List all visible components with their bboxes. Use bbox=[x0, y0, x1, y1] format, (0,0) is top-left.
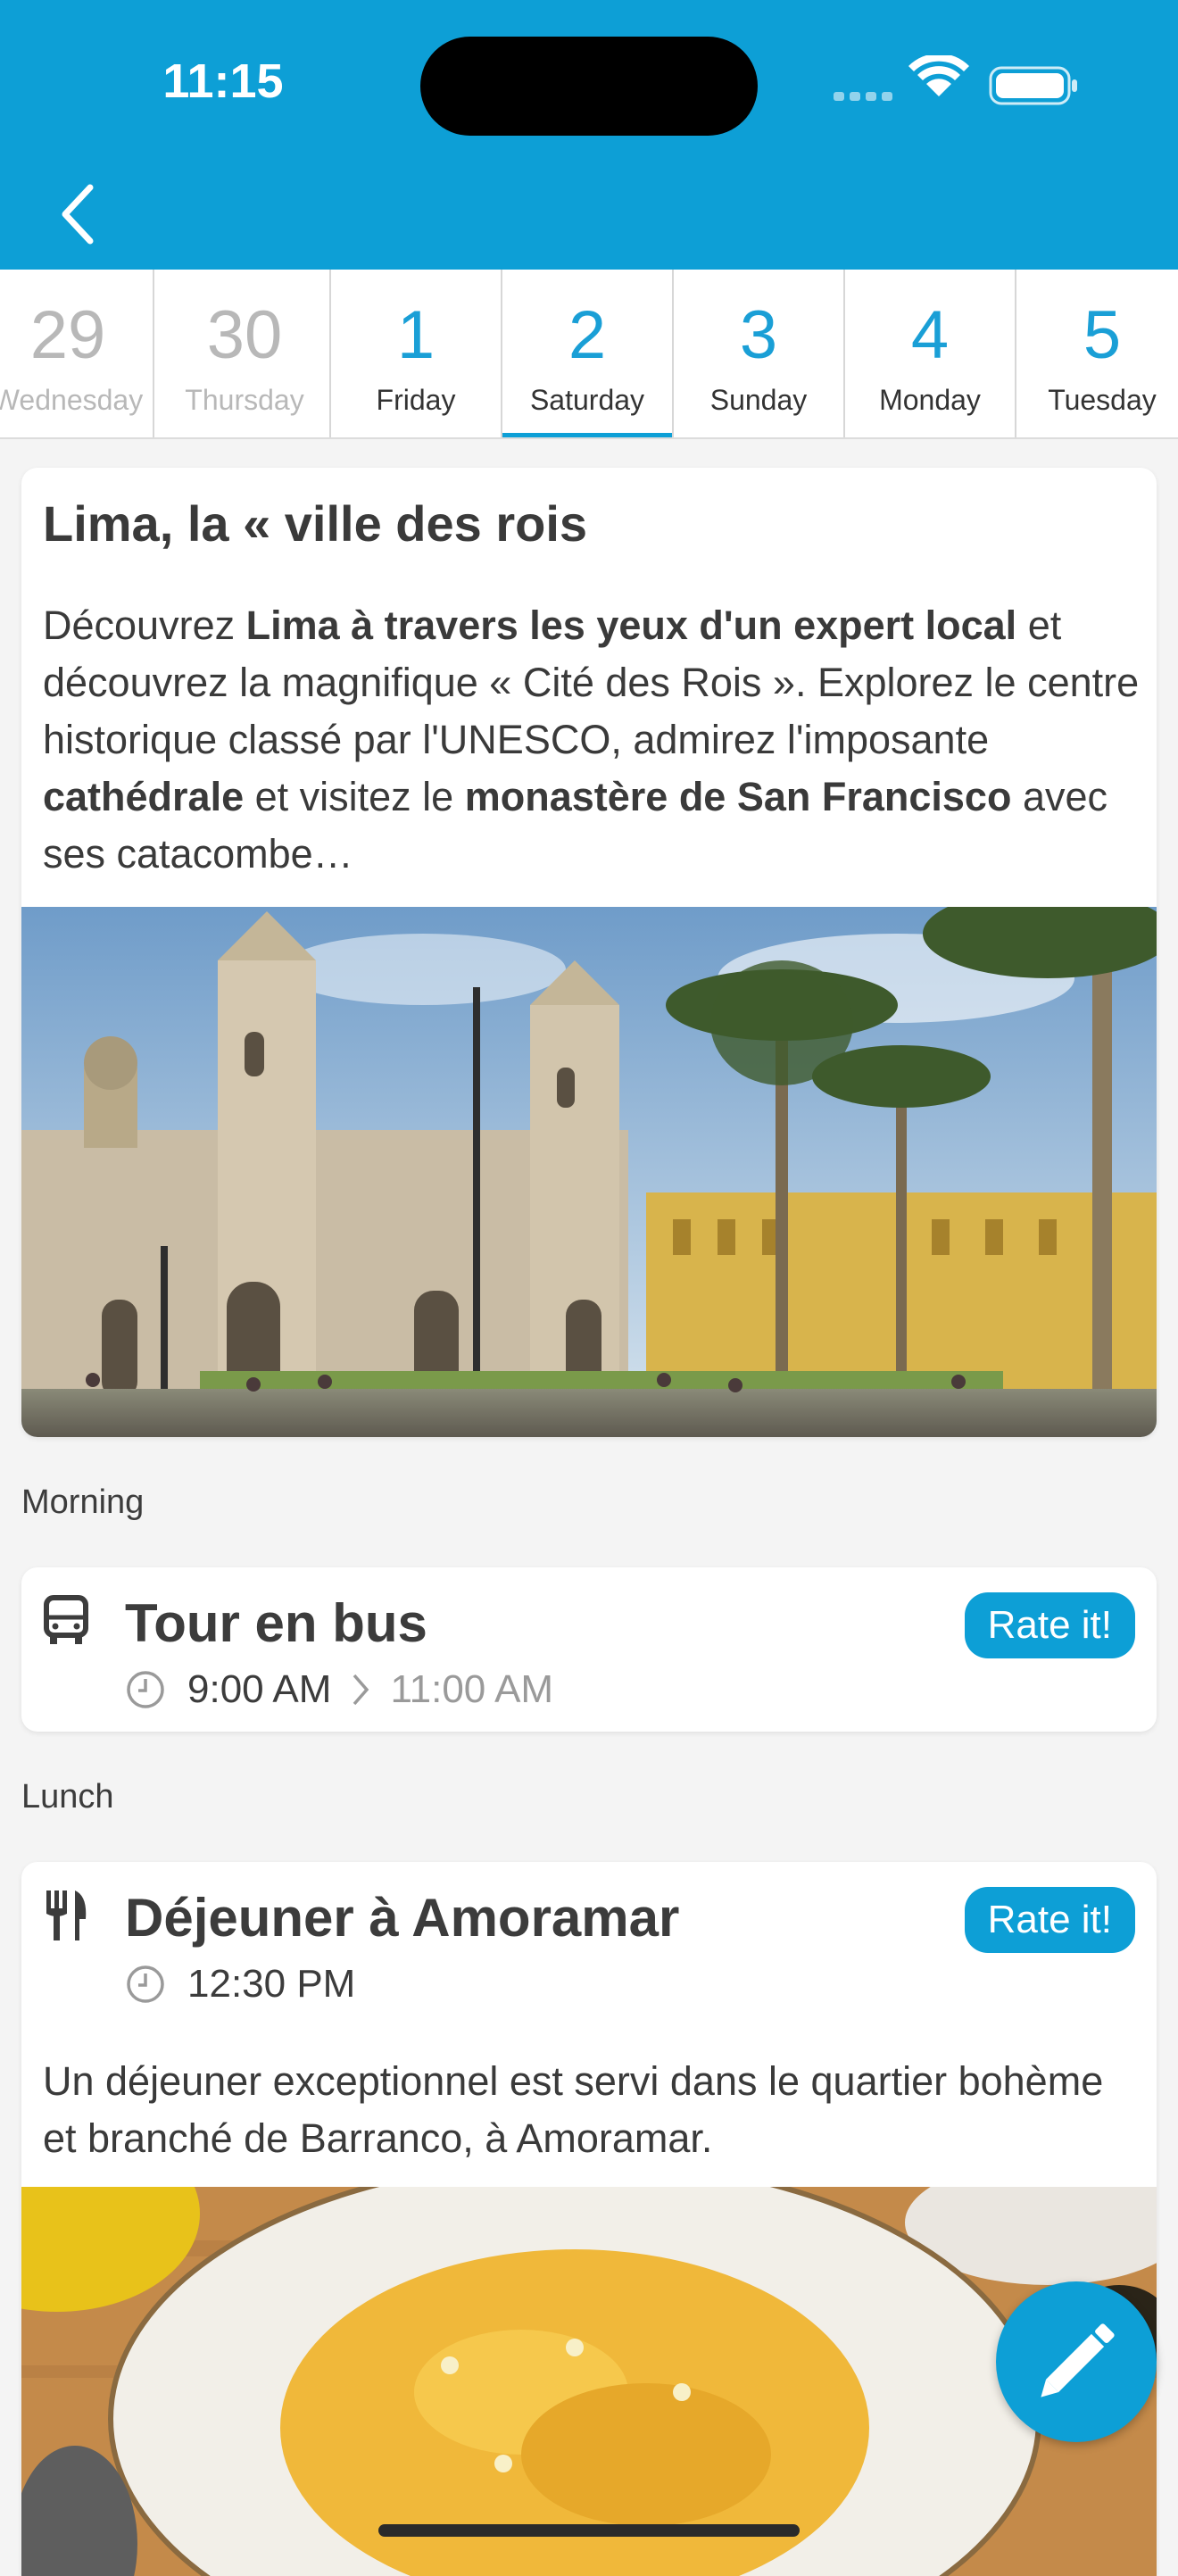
day-name: Friday bbox=[376, 384, 456, 416]
day-tab-29[interactable]: 29 Wednesday bbox=[0, 270, 154, 437]
event-time: 9:00 AM 11:00 AM bbox=[125, 1667, 553, 1712]
desc-text: Découvrez bbox=[43, 602, 246, 648]
end-time: 11:00 AM bbox=[390, 1667, 554, 1711]
bus-icon bbox=[44, 1595, 88, 1644]
day-name: Tuesday bbox=[1048, 384, 1157, 416]
day-number: 2 bbox=[568, 297, 607, 373]
day-tab-1[interactable]: 1 Friday bbox=[331, 270, 502, 437]
lunch-card[interactable]: Déjeuner à Amoramar 12:30 PM Rate it! Un… bbox=[21, 1862, 1157, 2576]
desc-text-bold: cathédrale bbox=[43, 774, 245, 819]
start-time: 9:00 AM bbox=[187, 1667, 332, 1711]
fork-knife-icon bbox=[46, 1890, 87, 1940]
pencil-icon bbox=[1041, 2323, 1115, 2397]
desc-text: et visitez le bbox=[244, 774, 465, 819]
ceviche-dish-photo bbox=[21, 2187, 1157, 2576]
rate-it-button[interactable]: Rate it! bbox=[964, 1592, 1135, 1658]
lima-plaza-photo bbox=[21, 907, 1157, 1437]
day-name: Thursday bbox=[185, 384, 304, 416]
rate-it-button[interactable]: Rate it! bbox=[964, 1887, 1135, 1953]
intro-description: Découvrez Lima à travers les yeux d'un e… bbox=[43, 597, 1141, 883]
day-number: 4 bbox=[910, 297, 950, 373]
clock-icon bbox=[127, 1965, 164, 2003]
chevron-right-icon bbox=[353, 1674, 369, 1706]
home-indicator bbox=[378, 2524, 800, 2537]
day-name: Wednesday bbox=[0, 384, 144, 416]
day-intro-card[interactable]: Lima, la « ville des rois Découvrez Lima… bbox=[21, 468, 1157, 1437]
bus-tour-card[interactable]: Tour en bus 9:00 AM 11:00 AM Rate it! bbox=[21, 1567, 1157, 1732]
day-tab-2[interactable]: 2 Saturday bbox=[502, 270, 674, 437]
day-number: 1 bbox=[396, 297, 436, 373]
day-number: 29 bbox=[29, 297, 106, 373]
event-title: Tour en bus bbox=[125, 1593, 427, 1653]
day-number: 3 bbox=[739, 297, 778, 373]
day-name: Sunday bbox=[709, 384, 808, 416]
section-lunch: Lunch bbox=[21, 1778, 114, 1816]
chevron-left-icon bbox=[62, 184, 94, 245]
desc-text-bold: monastère de San Francisco bbox=[464, 774, 1012, 819]
active-day-indicator bbox=[502, 433, 672, 437]
day-number: 30 bbox=[206, 297, 283, 373]
day-selector: 29 Wednesday 30 Thursday 1 Friday 2 Satu… bbox=[0, 270, 1178, 439]
status-icons bbox=[834, 55, 1077, 105]
section-morning: Morning bbox=[21, 1483, 145, 1521]
day-tab-5[interactable]: 5 Tuesday bbox=[1016, 270, 1178, 437]
start-time: 12:30 PM bbox=[187, 1962, 356, 2006]
clock-icon bbox=[127, 1671, 164, 1708]
day-tab-30[interactable]: 30 Thursday bbox=[160, 270, 331, 437]
day-number: 5 bbox=[1083, 297, 1122, 373]
day-name: Saturday bbox=[529, 384, 645, 416]
battery-icon bbox=[989, 66, 1077, 105]
day-tab-3[interactable]: 3 Sunday bbox=[674, 270, 845, 437]
back-button[interactable] bbox=[49, 179, 112, 250]
event-time: 12:30 PM bbox=[125, 1962, 355, 2007]
cellular-signal-icon bbox=[834, 92, 892, 101]
day-tab-4[interactable]: 4 Monday bbox=[845, 270, 1016, 437]
status-time: 11:15 bbox=[162, 54, 284, 108]
dynamic-island bbox=[420, 37, 758, 136]
wifi-icon bbox=[908, 55, 969, 96]
edit-fab-button[interactable] bbox=[996, 2281, 1157, 2442]
desc-text-bold: Lima à travers les yeux d'un expert loca… bbox=[245, 602, 1017, 648]
lunch-description: Un déjeuner exceptionnel est servi dans … bbox=[43, 2058, 1104, 2161]
day-name: Monday bbox=[879, 384, 981, 416]
event-title: Déjeuner à Amoramar bbox=[125, 1888, 680, 1948]
intro-title: Lima, la « ville des rois bbox=[43, 495, 588, 552]
app-header: 11:15 bbox=[0, 0, 1178, 270]
